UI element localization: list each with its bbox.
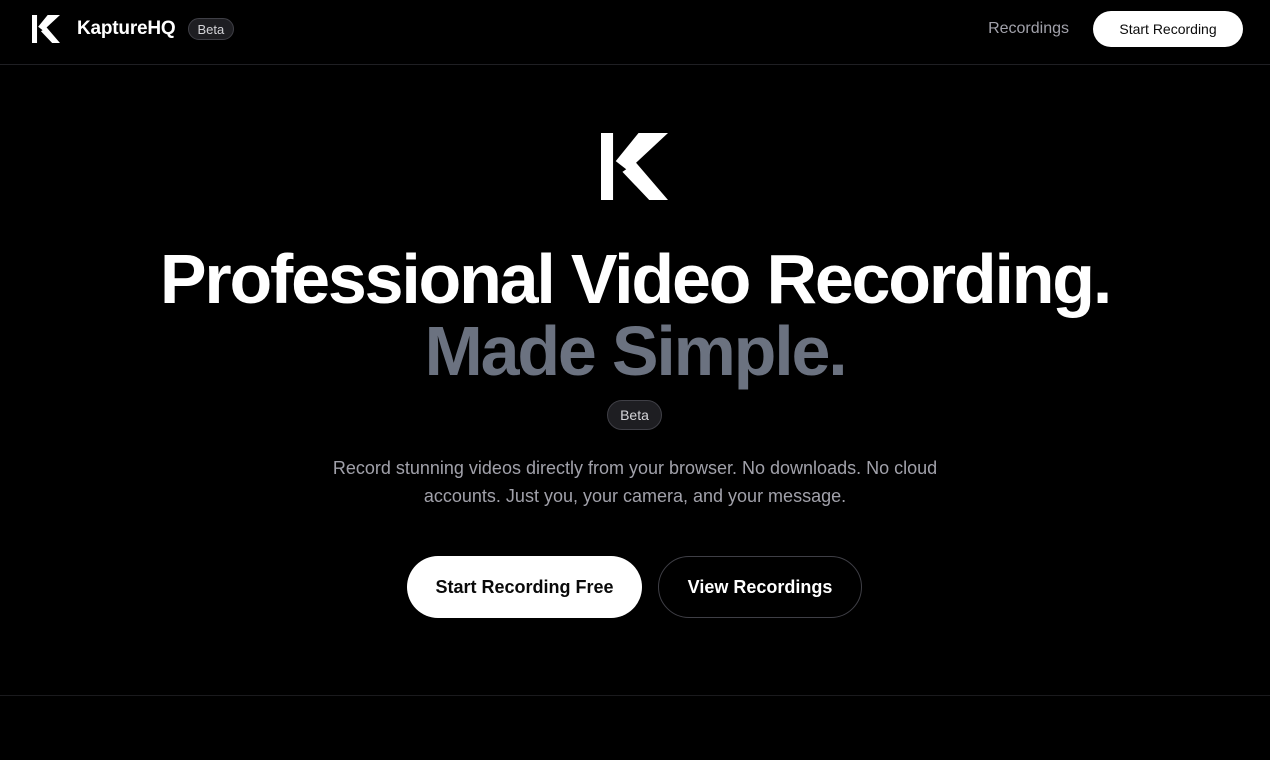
nav-actions: Recordings Start Recording <box>988 11 1243 47</box>
start-recording-free-button[interactable]: Start Recording Free <box>407 556 642 618</box>
nav-link-recordings[interactable]: Recordings <box>988 20 1069 38</box>
hero-subtitle: Record stunning videos directly from you… <box>332 458 938 506</box>
top-navbar: KaptureHQ Beta Recordings Start Recordin… <box>0 0 1270 65</box>
hero-headline: Professional Video Recording. Made Simpl… <box>0 243 1270 387</box>
brand[interactable]: KaptureHQ Beta <box>32 14 235 44</box>
headline-line-1: Professional Video Recording. <box>159 240 1112 318</box>
brand-name: KaptureHQ <box>77 18 176 39</box>
k-logo-icon <box>601 133 668 200</box>
start-recording-button[interactable]: Start Recording <box>1093 11 1243 47</box>
k-logo-icon <box>32 15 60 43</box>
headline-line-2: Made Simple. <box>424 312 848 390</box>
beta-badge: Beta <box>187 18 235 40</box>
hero-beta-badge: Beta <box>607 400 662 430</box>
view-recordings-button[interactable]: View Recordings <box>658 556 862 618</box>
hero-section: Professional Video Recording. Made Simpl… <box>0 65 1270 696</box>
